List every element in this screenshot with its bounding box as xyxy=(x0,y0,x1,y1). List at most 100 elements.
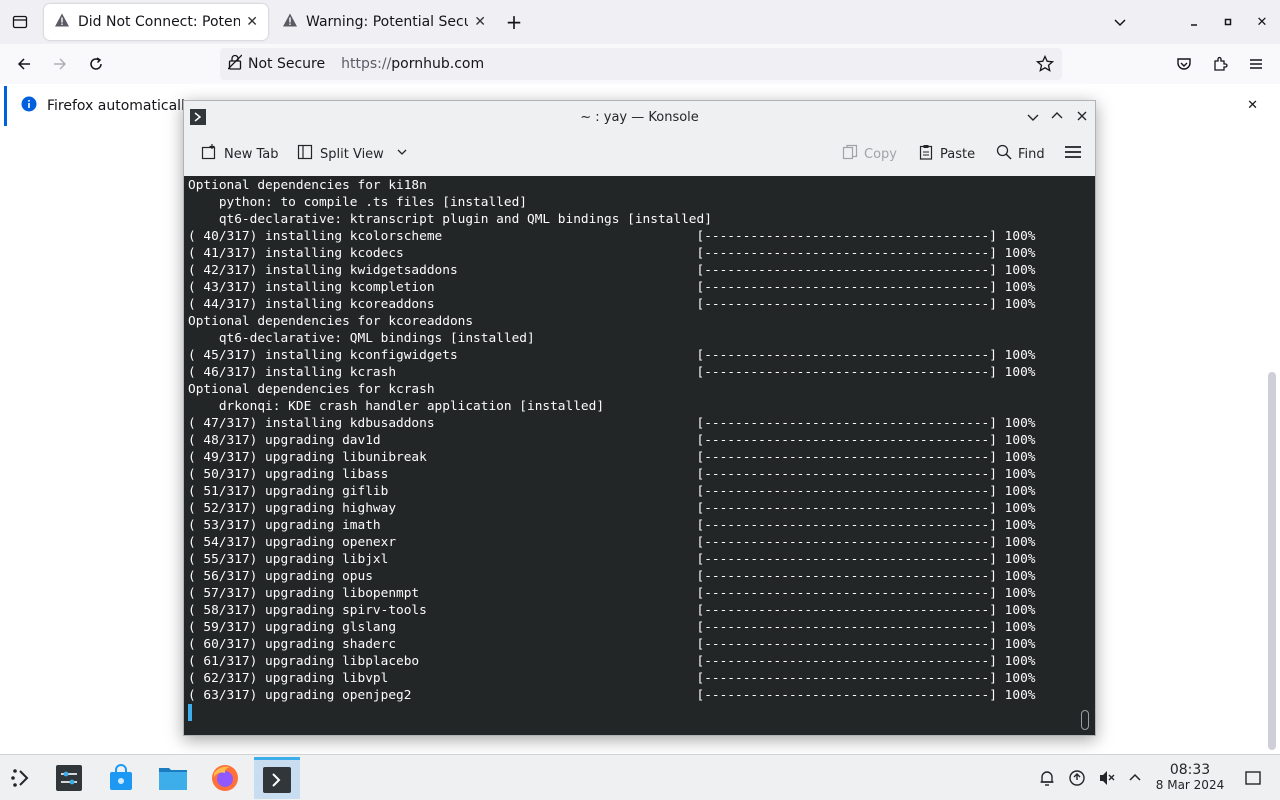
new-tab-button[interactable]: New Tab xyxy=(200,141,279,167)
close-tab-icon[interactable]: ✕ xyxy=(474,14,486,30)
update-icon[interactable] xyxy=(1066,767,1088,789)
minimize-icon[interactable] xyxy=(1184,10,1204,34)
split-view-icon xyxy=(296,143,314,165)
terminal-line: ( 47/317) installing kdbusaddons [------… xyxy=(188,416,1036,431)
close-icon[interactable] xyxy=(1075,109,1089,127)
search-icon xyxy=(996,144,1012,164)
terminal-line: ( 62/317) upgrading libvpl [------------… xyxy=(188,671,1036,686)
terminal-line: ( 61/317) upgrading libplacebo [--------… xyxy=(188,654,1036,669)
bookmark-star-icon[interactable] xyxy=(1035,54,1055,77)
terminal-line: Optional dependencies for ki18n xyxy=(188,178,427,193)
copy-button[interactable]: Copy xyxy=(842,141,897,167)
terminal-line: ( 51/317) upgrading giflib [------------… xyxy=(188,484,1036,499)
terminal-line: ( 56/317) upgrading opus [--------------… xyxy=(188,569,1036,584)
terminal-line: ( 45/317) installing kconfigwidgets [---… xyxy=(188,348,1036,363)
tab-did-not-connect[interactable]: Did Not Connect: Potenti ✕ xyxy=(44,4,268,40)
konsole-window: ~ : yay — Konsole New Tab Split View Cop… xyxy=(183,100,1096,736)
discover-store-icon[interactable] xyxy=(98,757,144,799)
terminal-scrollbar[interactable] xyxy=(1081,710,1089,730)
close-tab-icon[interactable]: ✕ xyxy=(246,14,258,30)
terminal-line: ( 58/317) upgrading spirv-tools [-------… xyxy=(188,603,1036,618)
tray-expand-icon[interactable] xyxy=(1124,767,1146,789)
terminal-line: ( 46/317) installing kcrash [-----------… xyxy=(188,365,1036,380)
terminal-line: ( 57/317) upgrading libopenmpt [--------… xyxy=(188,586,1036,601)
taskbar: 08:33 8 Mar 2024 xyxy=(0,754,1280,800)
warning-icon xyxy=(282,12,298,32)
terminal-line: Optional dependencies for kcoreaddons xyxy=(188,314,474,329)
firefox-icon[interactable] xyxy=(202,757,248,799)
new-tab-icon[interactable]: + xyxy=(502,10,526,34)
terminal-line: ( 59/317) upgrading glslang [-----------… xyxy=(188,620,1036,635)
system-settings-icon[interactable] xyxy=(46,757,92,799)
hamburger-menu-button[interactable] xyxy=(1064,141,1082,167)
maximize-icon[interactable] xyxy=(1050,109,1064,127)
terminal-output[interactable]: Optional dependencies for ki18n python: … xyxy=(184,176,1095,735)
terminal-line: ( 60/317) upgrading shaderc [-----------… xyxy=(188,637,1036,652)
terminal-line: ( 52/317) upgrading highway [-----------… xyxy=(188,501,1036,516)
minimize-icon[interactable] xyxy=(1026,110,1040,128)
url-bar[interactable]: Not Secure https://pornhub.com xyxy=(220,48,1062,80)
chevron-down-icon xyxy=(396,146,408,162)
pocket-icon[interactable] xyxy=(1172,52,1196,76)
terminal-line: ( 43/317) installing kcompletion [------… xyxy=(188,280,1036,295)
split-view-button[interactable]: Split View xyxy=(296,141,408,167)
file-manager-icon[interactable] xyxy=(150,757,196,799)
close-window-icon[interactable]: ✕ xyxy=(1252,10,1272,34)
terminal-line: ( 55/317) upgrading libjxl [------------… xyxy=(188,552,1036,567)
terminal-line: ( 50/317) upgrading libass [------------… xyxy=(188,467,1036,482)
digital-clock[interactable]: 08:33 8 Mar 2024 xyxy=(1150,763,1230,793)
paste-button[interactable]: Paste xyxy=(918,141,975,167)
new-tab-icon xyxy=(200,143,218,165)
close-notification-icon[interactable]: ✕ xyxy=(1247,98,1258,113)
reload-icon[interactable] xyxy=(84,52,108,76)
list-all-tabs-icon[interactable] xyxy=(8,10,32,34)
terminal-line: ( 63/317) upgrading openjpeg2 [---------… xyxy=(188,688,1036,703)
terminal-line: python: to compile .ts files [installed] xyxy=(188,195,527,210)
notification-text: Firefox automatically xyxy=(47,98,194,114)
terminal-line: ( 53/317) upgrading imath [-------------… xyxy=(188,518,1036,533)
maximize-icon[interactable] xyxy=(1218,10,1238,34)
lock-warning-icon[interactable] xyxy=(227,54,243,74)
forward-icon[interactable] xyxy=(48,52,72,76)
terminal-line: ( 42/317) installing kwidgetsaddons [---… xyxy=(188,263,1036,278)
terminal-line: ( 48/317) upgrading dav1d [-------------… xyxy=(188,433,1036,448)
konsole-icon[interactable] xyxy=(254,757,300,799)
new-tab-label: New Tab xyxy=(224,146,279,162)
page-scrollbar[interactable] xyxy=(1268,372,1276,750)
url-scheme: https:// xyxy=(341,56,392,72)
chevron-down-icon[interactable] xyxy=(1108,10,1132,34)
paste-icon xyxy=(918,144,934,164)
tab-title: Warning: Potential Secur xyxy=(306,14,469,30)
warning-icon xyxy=(54,12,70,32)
menu-icon[interactable] xyxy=(1244,52,1268,76)
terminal-line: qt6-declarative: QML bindings [installed… xyxy=(188,331,535,346)
terminal-line: qt6-declarative: ktranscript plugin and … xyxy=(188,212,712,227)
volume-muted-icon[interactable] xyxy=(1096,767,1118,789)
notifications-icon[interactable] xyxy=(1036,767,1058,789)
extensions-icon[interactable] xyxy=(1208,52,1232,76)
window-title: ~ : yay — Konsole xyxy=(580,109,699,125)
browser-tab-bar: Did Not Connect: Potenti ✕ Warning: Pote… xyxy=(0,0,1280,44)
split-view-label: Split View xyxy=(320,146,384,162)
back-icon[interactable] xyxy=(12,52,36,76)
konsole-app-icon xyxy=(190,109,206,125)
terminal-line: ( 49/317) upgrading libunibreak [-------… xyxy=(188,450,1036,465)
tab-warning-security[interactable]: Warning: Potential Secur ✕ xyxy=(272,4,496,40)
not-secure-label: Not Secure xyxy=(248,56,326,72)
terminal-line: Optional dependencies for kcrash xyxy=(188,382,435,397)
terminal-line: ( 44/317) installing kcoreaddons [------… xyxy=(188,297,1036,312)
find-label: Find xyxy=(1018,146,1045,162)
application-launcher-icon[interactable] xyxy=(0,757,46,799)
clock-time: 08:33 xyxy=(1169,762,1211,778)
browser-nav-bar: Not Secure https://pornhub.com xyxy=(0,44,1280,84)
info-icon xyxy=(21,96,37,116)
find-button[interactable]: Find xyxy=(996,141,1045,167)
terminal-cursor xyxy=(188,704,192,721)
terminal-line: ( 54/317) upgrading openexr [-----------… xyxy=(188,535,1036,550)
paste-label: Paste xyxy=(940,146,976,162)
terminal-lines: Optional dependencies for ki18n python: … xyxy=(188,177,1095,704)
clock-date: 8 Mar 2024 xyxy=(1155,778,1225,792)
konsole-titlebar[interactable]: ~ : yay — Konsole xyxy=(184,101,1095,133)
terminal-line: ( 41/317) installing kcodecs [----------… xyxy=(188,246,1036,261)
show-desktop-icon[interactable] xyxy=(1242,767,1264,789)
